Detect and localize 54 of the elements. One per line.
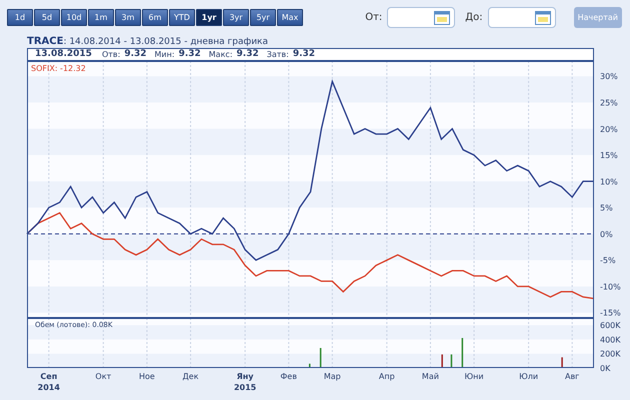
period-tab[interactable]: 5yr [250, 9, 276, 26]
period-tab[interactable]: 5d [34, 9, 60, 26]
quote-value: 9.32 [178, 50, 201, 59]
to-label: До: [465, 11, 483, 25]
axis-label: 25% [600, 98, 618, 108]
axis-label: 200K [600, 350, 621, 359]
axis-label: Окт [95, 372, 112, 381]
axis-label: 5% [600, 204, 613, 213]
from-date-field[interactable] [387, 7, 456, 28]
period-tab[interactable]: 6m [142, 9, 168, 26]
axis-label: 10% [600, 177, 618, 186]
axis-label: Юни [464, 372, 484, 381]
calendar-icon[interactable] [434, 10, 450, 24]
from-label: От: [365, 11, 382, 25]
axis-label: -5% [600, 256, 616, 266]
axis-label: Апр [378, 372, 395, 381]
period-tab[interactable]: 3m [115, 9, 141, 26]
axis-label: Ное [139, 372, 155, 381]
axis-label: 400K [600, 335, 621, 344]
quote-value: 9.32 [124, 50, 147, 59]
axis-label: Дек [182, 372, 199, 381]
axis-label: Яну 2015 [234, 372, 256, 392]
axis-label: 20% [600, 124, 618, 134]
quote-label: Макс: [208, 50, 233, 58]
calendar-icon[interactable] [534, 10, 551, 24]
quote-value: 9.32 [236, 50, 259, 59]
to-date-field[interactable] [488, 7, 556, 28]
axis-label: Фев [280, 372, 297, 381]
sofix-legend: SOFIX: -12.32 [31, 64, 86, 73]
period-tab[interactable]: 10d [61, 9, 87, 26]
axis-label: 15% [600, 151, 618, 160]
quote-date: 13.08.2015 [35, 50, 92, 59]
axis-label: -10% [600, 282, 621, 292]
quote-label: Затв: [266, 50, 289, 58]
quote-value: 9.32 [292, 50, 316, 59]
axis-label: 0K [600, 364, 610, 373]
period-tab[interactable]: 3yr [223, 9, 249, 26]
axis-label: Сеп 2014 [38, 372, 60, 392]
axis-label: 0% [600, 230, 613, 239]
axis-label: 30% [600, 72, 618, 82]
axis-label: -15% [600, 308, 621, 318]
period-tab[interactable]: YTD [169, 9, 195, 26]
axis-label: Юли [519, 372, 538, 381]
period-tab[interactable]: 1yr [196, 9, 222, 26]
axis-label: Май [422, 372, 439, 381]
period-tab[interactable]: 1d [7, 9, 33, 26]
chart-title: TRACE: 14.08.2014 - 13.08.2015 - дневна графика [27, 36, 269, 48]
axis-label: 600K [600, 321, 621, 330]
axis-label: Мар [324, 372, 341, 381]
period-tab[interactable]: 1m [88, 9, 114, 26]
quote-label: Отв: [102, 50, 120, 58]
axis-label: Авг [565, 372, 580, 381]
period-tab[interactable]: Max [277, 9, 303, 26]
quote-label: Мин: [154, 50, 175, 58]
